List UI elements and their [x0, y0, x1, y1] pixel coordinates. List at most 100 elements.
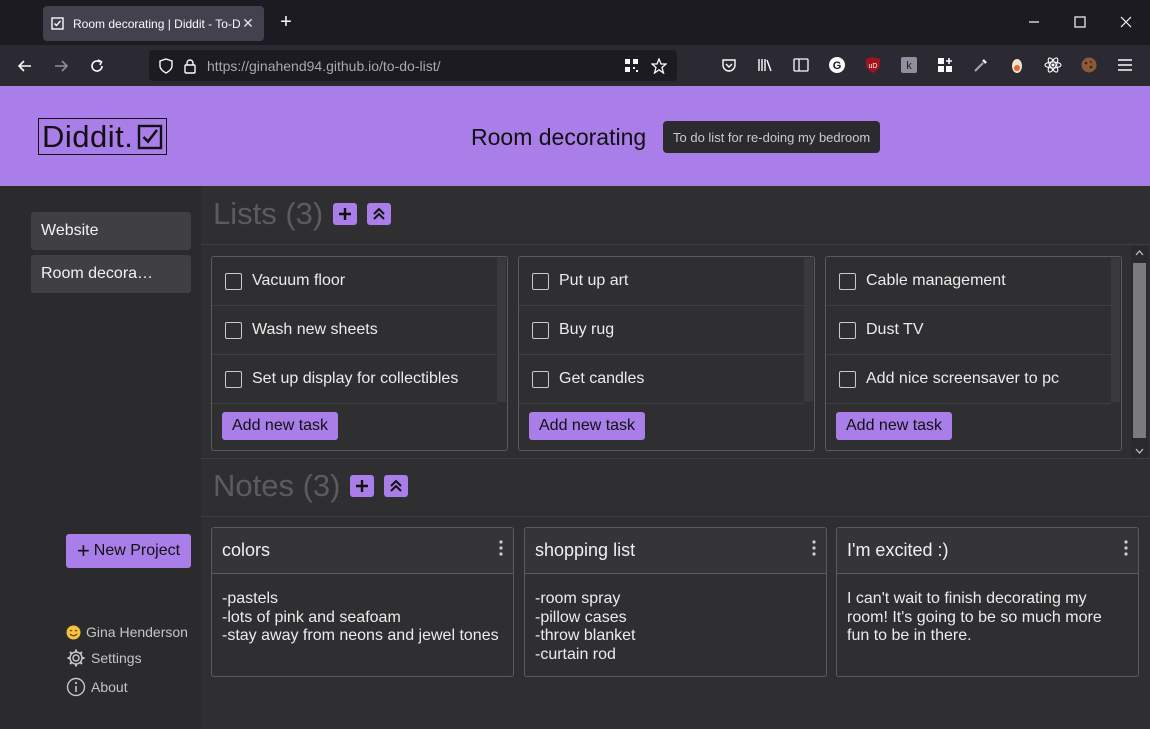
task-item[interactable]: Cable management: [826, 257, 1111, 306]
add-list-button[interactable]: [333, 203, 358, 225]
task-checkbox[interactable]: [532, 321, 549, 339]
note-body[interactable]: -pastels -lots of pink and seafoam -stay…: [212, 574, 513, 646]
task-label: Add nice screensaver to pc: [866, 370, 1059, 387]
user-profile[interactable]: Gina Henderson: [66, 624, 188, 640]
task-label: Vacuum floor: [252, 272, 346, 289]
note-line: fun to be in there.: [847, 627, 972, 644]
forward-arrow-icon[interactable]: [50, 55, 72, 77]
note-line: -throw blanket: [535, 627, 636, 644]
extension-cookie-icon[interactable]: [1079, 55, 1099, 75]
ublock-extension-icon[interactable]: uD: [863, 55, 883, 75]
user-name: Gina Henderson: [86, 624, 188, 640]
settings-link[interactable]: Settings: [66, 648, 142, 668]
task-checkbox[interactable]: [839, 272, 856, 290]
task-checkbox[interactable]: [532, 272, 549, 290]
plus-icon: +: [76, 538, 90, 563]
qr-code-icon[interactable]: [624, 58, 639, 73]
list-card: Vacuum floor Wash new sheets Set up disp…: [211, 256, 508, 451]
maximize-window-icon[interactable]: [1070, 12, 1090, 32]
note-card: colors -pastels -lots of pink and seafoa…: [211, 527, 514, 677]
app-header: Diddit. Room decorating To do list for r…: [0, 86, 1150, 186]
address-bar[interactable]: https://ginahend94.github.io/to-do-list/: [149, 50, 677, 81]
task-item[interactable]: Set up display for collectibles: [212, 355, 497, 404]
list-scrollbar[interactable]: [804, 258, 813, 402]
add-new-task-button[interactable]: Add new task: [529, 412, 646, 440]
svg-text:k: k: [906, 60, 912, 72]
task-item[interactable]: Add nice screensaver to pc: [826, 355, 1111, 404]
add-new-task-button[interactable]: Add new task: [836, 412, 953, 440]
extensions-grid-icon[interactable]: [935, 55, 955, 75]
back-arrow-icon[interactable]: [14, 55, 36, 77]
pocket-icon[interactable]: [719, 55, 739, 75]
note-card: shopping list -room spray -pillow cases …: [524, 527, 827, 677]
note-line: -room spray: [535, 590, 621, 607]
grammarly-extension-icon[interactable]: G: [827, 55, 847, 75]
section-divider: [201, 458, 1150, 459]
eyedropper-icon[interactable]: [971, 55, 991, 75]
reload-icon[interactable]: [86, 55, 108, 77]
main-content: Lists (3) Vacuum floor Wash new sheets S…: [201, 186, 1150, 729]
task-checkbox[interactable]: [225, 321, 242, 339]
task-item[interactable]: Dust TV: [826, 306, 1111, 355]
task-item[interactable]: Get candles: [519, 355, 804, 404]
task-checkbox[interactable]: [225, 370, 242, 388]
lists-scrollbar[interactable]: [1131, 246, 1148, 458]
note-line: -pastels: [222, 590, 279, 607]
collapse-lists-button[interactable]: [367, 203, 392, 225]
checkbox-favicon-icon: [51, 17, 65, 31]
scroll-up-arrow-icon[interactable]: [1131, 246, 1148, 260]
note-body[interactable]: -room spray -pillow cases -throw blanket…: [525, 574, 826, 664]
sidebar-item-website[interactable]: Website: [31, 212, 191, 250]
smiley-emoji-icon: [66, 625, 81, 640]
note-body[interactable]: I can't wait to finish decorating my roo…: [837, 574, 1138, 646]
scrollbar-thumb[interactable]: [1133, 263, 1146, 438]
list-scrollbar[interactable]: [497, 258, 506, 402]
new-tab-icon[interactable]: +: [276, 12, 296, 32]
plus-icon: [339, 208, 352, 220]
sidebar-toggle-icon[interactable]: [791, 55, 811, 75]
task-item[interactable]: Put up art: [519, 257, 804, 306]
task-item[interactable]: Wash new sheets: [212, 306, 497, 355]
extension-egg-icon[interactable]: [1007, 55, 1027, 75]
logo-text: Diddit.: [42, 118, 134, 154]
task-checkbox[interactable]: [532, 370, 549, 388]
bookmark-star-icon[interactable]: [651, 57, 667, 74]
collapse-notes-button[interactable]: [384, 475, 409, 497]
plus-icon: [356, 480, 369, 492]
browser-tab[interactable]: Room decorating | Diddit - To-D ✕: [43, 6, 264, 41]
react-devtools-icon[interactable]: [1043, 55, 1063, 75]
add-note-button[interactable]: [350, 475, 375, 497]
chevron-double-up-icon: [390, 479, 403, 492]
menu-hamburger-icon[interactable]: [1115, 55, 1135, 75]
list-scrollbar[interactable]: [1111, 258, 1120, 402]
close-tab-icon[interactable]: ✕: [240, 15, 256, 32]
tracking-shield-icon[interactable]: [159, 57, 173, 74]
task-item[interactable]: Buy rug: [519, 306, 804, 355]
task-checkbox[interactable]: [839, 321, 856, 339]
add-new-task-button[interactable]: Add new task: [222, 412, 339, 440]
note-card: I'm excited :) I can't wait to finish de…: [836, 527, 1139, 677]
svg-text:G: G: [833, 60, 842, 72]
new-project-button[interactable]: + New Project: [66, 534, 191, 568]
more-vertical-icon[interactable]: [499, 540, 503, 561]
minimize-window-icon[interactable]: [1024, 12, 1044, 32]
info-icon: [66, 677, 86, 697]
more-vertical-icon[interactable]: [1124, 540, 1128, 561]
scroll-down-arrow-icon[interactable]: [1131, 444, 1148, 458]
about-link[interactable]: About: [66, 677, 128, 697]
gear-icon: [66, 648, 86, 668]
list-card: Cable management Dust TV Add nice screen…: [825, 256, 1122, 451]
task-label: Get candles: [559, 370, 645, 387]
section-divider: [201, 516, 1150, 517]
close-window-icon[interactable]: [1116, 12, 1136, 32]
diddit-logo[interactable]: Diddit.: [38, 118, 168, 155]
more-vertical-icon[interactable]: [812, 540, 816, 561]
extension-k-icon[interactable]: k: [899, 55, 919, 75]
task-item[interactable]: Vacuum floor: [212, 257, 497, 306]
section-divider: [201, 244, 1150, 245]
library-icon[interactable]: [755, 55, 775, 75]
sidebar-item-room-decorating[interactable]: Room decora…: [31, 255, 191, 293]
task-checkbox[interactable]: [225, 272, 242, 290]
lock-icon[interactable]: [183, 58, 197, 74]
task-checkbox[interactable]: [839, 370, 856, 388]
